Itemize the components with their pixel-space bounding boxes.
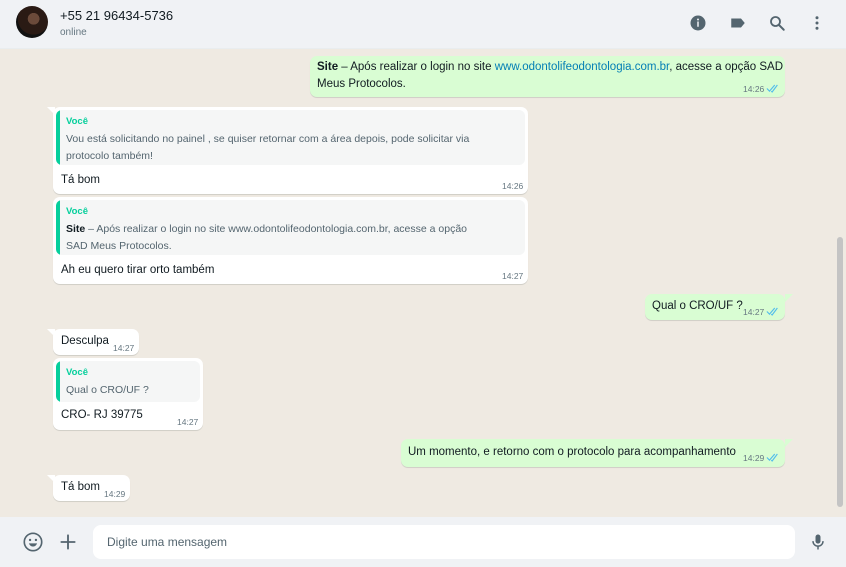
message-bubble-incoming[interactable]: Você Site – Após realizar o login no sit… <box>53 197 528 284</box>
message-time: 14:27 <box>502 271 524 281</box>
message-time: 14:29 <box>743 453 765 463</box>
quoted-message[interactable]: Você Site – Após realizar o login no sit… <box>56 200 525 255</box>
message-time: 14:27 <box>113 343 135 353</box>
more-vertical-icon[interactable] <box>806 12 828 34</box>
message-text: Qual o CRO/UF ? <box>652 300 743 312</box>
scrollbar-thumb[interactable] <box>837 237 843 507</box>
message-text: Tá bom <box>61 174 100 186</box>
info-icon[interactable] <box>687 12 709 34</box>
label-icon[interactable] <box>727 12 749 34</box>
chat-header: +55 21 96434-5736 online <box>0 0 846 49</box>
contact-name[interactable]: +55 21 96434-5736 <box>60 8 173 23</box>
quote-author: Você <box>66 116 89 127</box>
message-bubble-incoming[interactable]: Você Vou está solicitando no painel , se… <box>53 107 528 194</box>
whatsapp-chat-window: +55 21 96434-5736 online Site – Após rea… <box>0 0 846 567</box>
message-text: Desculpa <box>61 335 109 347</box>
microphone-icon[interactable] <box>806 530 830 554</box>
message-text: Tá bom <box>61 481 100 493</box>
quote-text: Qual o CRO/UF ? <box>66 384 149 396</box>
quoted-message[interactable]: Você Vou está solicitando no painel , se… <box>56 110 525 165</box>
message-bubble-outgoing[interactable]: Site – Após realizar o login no site www… <box>310 56 785 97</box>
message-bubble-outgoing[interactable]: Qual o CRO/UF ? 14:27 <box>645 294 785 320</box>
message-composer <box>0 517 846 567</box>
quote-text: Site – Após realizar o login no site www… <box>66 223 468 252</box>
message-text-line2: Meus Protocolos. <box>317 78 406 90</box>
quoted-message[interactable]: Você Qual o CRO/UF ? <box>56 361 200 402</box>
read-ticks-icon <box>766 307 778 316</box>
quote-text: Vou está solicitando no painel , se quis… <box>66 133 470 162</box>
contact-status: online <box>60 27 87 38</box>
message-link[interactable]: www.odontolifeodontologia.com.br <box>495 61 670 73</box>
message-text: Um momento, e retorno com o protocolo pa… <box>408 446 736 458</box>
message-time: 14:27 <box>177 417 199 427</box>
quote-author: Você <box>66 206 89 217</box>
avatar[interactable] <box>16 6 48 38</box>
message-time: 14:26 <box>743 84 765 94</box>
message-time: 14:27 <box>743 307 765 317</box>
message-bubble-outgoing[interactable]: Um momento, e retorno com o protocolo pa… <box>401 439 785 467</box>
bubble-tail <box>785 439 793 447</box>
read-ticks-icon <box>766 84 778 93</box>
message-input[interactable] <box>93 525 795 559</box>
message-list[interactable]: Site – Após realizar o login no site www… <box>0 49 846 517</box>
emoji-icon[interactable] <box>21 530 45 554</box>
message-bubble-incoming[interactable]: Desculpa 14:27 <box>53 329 139 355</box>
message-time: 14:29 <box>104 489 126 499</box>
message-text: Site – Após realizar o login no site www… <box>317 61 784 73</box>
message-time: 14:26 <box>502 181 524 191</box>
message-text: CRO- RJ 39775 <box>61 409 143 421</box>
message-text: Ah eu quero tirar orto também <box>61 264 215 276</box>
quote-author: Você <box>66 367 89 378</box>
bubble-tail <box>785 294 793 302</box>
search-icon[interactable] <box>766 12 788 34</box>
message-bubble-incoming[interactable]: Você Qual o CRO/UF ? CRO- RJ 39775 14:27 <box>53 358 203 430</box>
message-bubble-incoming[interactable]: Tá bom 14:29 <box>53 475 130 501</box>
read-ticks-icon <box>766 453 778 462</box>
attach-plus-icon[interactable] <box>56 530 80 554</box>
